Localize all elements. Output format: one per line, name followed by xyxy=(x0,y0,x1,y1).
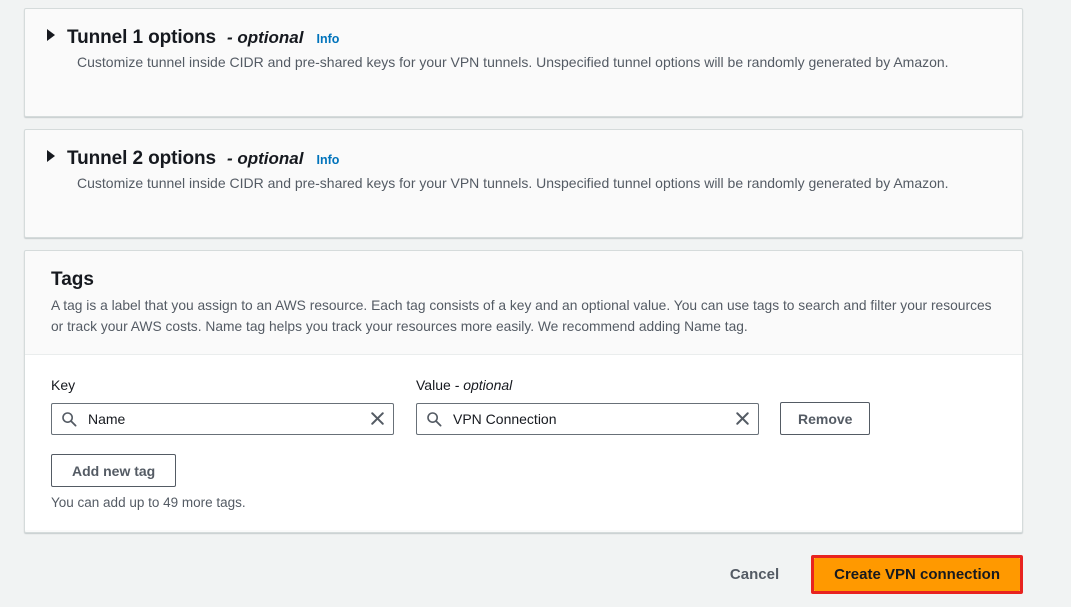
tunnel-1-description: Customize tunnel inside CIDR and pre-sha… xyxy=(77,54,949,70)
value-column-label: Value - optional xyxy=(416,377,781,393)
tunnel-1-title: Tunnel 1 options xyxy=(67,27,216,48)
cancel-button[interactable]: Cancel xyxy=(720,558,789,591)
tags-card: Tags A tag is a label that you assign to… xyxy=(24,250,1023,533)
search-icon xyxy=(62,411,77,427)
tags-title: Tags xyxy=(51,269,94,290)
tags-header: Tags A tag is a label that you assign to… xyxy=(25,251,1022,354)
remove-tag-button[interactable]: Remove xyxy=(780,402,871,435)
tunnel-1-options-card: Tunnel 1 options - optional Info Customi… xyxy=(24,8,1023,117)
tunnel-1-optional-label: - optional xyxy=(226,28,304,47)
tags-limit-note: You can add up to 49 more tags. xyxy=(51,495,246,510)
value-column-optional-label: - optional xyxy=(454,377,513,393)
search-icon xyxy=(427,411,442,427)
tunnel-2-info-link[interactable]: Info xyxy=(316,153,339,167)
tag-row: Name VPN Connection Remove xyxy=(51,402,996,435)
tag-column-labels: Key Value - optional xyxy=(51,377,996,393)
create-vpn-connection-form: Tunnel 1 options - optional Info Customi… xyxy=(0,0,1071,607)
submit-highlight-box: Create VPN connection xyxy=(811,554,1023,594)
tags-description: A tag is a label that you assign to an A… xyxy=(51,298,992,334)
create-vpn-connection-button[interactable]: Create VPN connection xyxy=(814,557,1020,591)
tag-value-value: VPN Connection xyxy=(453,410,557,427)
close-icon[interactable] xyxy=(370,411,385,426)
caret-right-icon[interactable] xyxy=(47,150,55,162)
tunnel-2-description: Customize tunnel inside CIDR and pre-sha… xyxy=(77,175,949,191)
value-column-label-text: Value xyxy=(416,377,455,393)
tag-key-value: Name xyxy=(88,410,126,427)
tunnel-1-header[interactable]: Tunnel 1 options - optional Info xyxy=(25,9,1022,49)
tunnel-2-title: Tunnel 2 options xyxy=(67,148,216,169)
tunnel-1-info-link[interactable]: Info xyxy=(316,32,339,46)
tunnel-2-header[interactable]: Tunnel 2 options - optional Info xyxy=(25,130,1022,170)
tunnel-2-options-card: Tunnel 2 options - optional Info Customi… xyxy=(24,129,1023,238)
form-actions: Cancel Create VPN connection xyxy=(24,552,1023,596)
tunnel-2-optional-label: - optional xyxy=(226,149,304,168)
key-column-label: Key xyxy=(51,377,76,393)
tag-value-input[interactable]: VPN Connection xyxy=(416,402,759,435)
tags-body: Key Value - optional Name VPN Connection… xyxy=(25,355,1022,530)
close-icon[interactable] xyxy=(735,411,750,426)
caret-right-icon[interactable] xyxy=(47,29,55,41)
tag-key-input[interactable]: Name xyxy=(51,402,394,435)
add-new-tag-button[interactable]: Add new tag xyxy=(51,454,177,487)
